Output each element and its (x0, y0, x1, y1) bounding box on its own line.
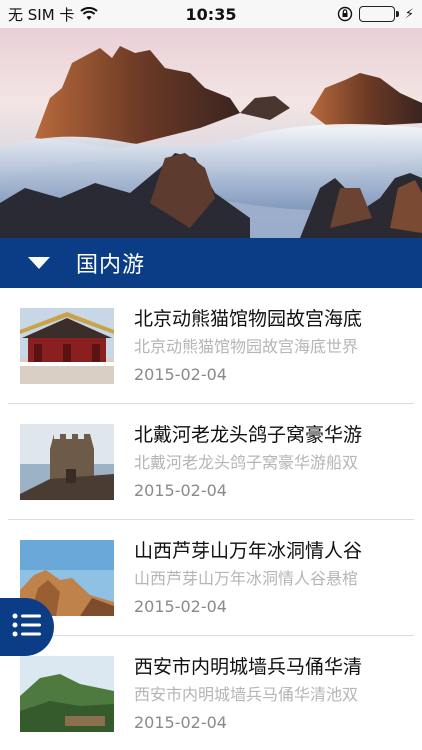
battery-icon (358, 6, 399, 22)
carrier-label: 无 SIM 卡 (8, 5, 75, 24)
item-title: 山西芦芽山万年冰洞情人谷 (134, 540, 363, 562)
list-item[interactable]: 山西芦芽山万年冰洞情人谷 山西芦芽山万年冰洞情人谷悬棺 2015-02-04 (0, 520, 422, 636)
thumbnail-image (20, 656, 114, 732)
tour-list: 北京动熊猫馆物园故宫海底 北京动熊猫馆物园故宫海底世界 2015-02-04 北… (0, 288, 422, 750)
wifi-icon (80, 7, 99, 21)
section-title: 国内游 (76, 253, 146, 278)
list-item[interactable]: 西安市内明城墙兵马俑华清 西安市内明城墙兵马俑华清池双 2015-02-04 (0, 636, 422, 750)
item-date: 2015-02-04 (134, 365, 227, 384)
thumbnail-image (20, 308, 114, 384)
list-item[interactable]: 北京动熊猫馆物园故宫海底 北京动熊猫馆物园故宫海底世界 2015-02-04 (0, 288, 422, 404)
item-title: 北戴河老龙头鸽子窝豪华游 (134, 424, 363, 446)
list-menu-icon (12, 612, 42, 642)
item-date: 2015-02-04 (134, 713, 227, 732)
item-date: 2015-02-04 (134, 597, 227, 616)
section-header[interactable]: 国内游 (0, 238, 422, 288)
item-date: 2015-02-04 (134, 481, 227, 500)
item-title: 北京动熊猫馆物园故宫海底 (134, 308, 363, 330)
item-title: 西安市内明城墙兵马俑华清 (134, 656, 363, 678)
item-subtitle: 北京动熊猫馆物园故宫海底世界 (134, 337, 359, 356)
item-subtitle: 北戴河老龙头鸽子窝豪华游船双 (134, 453, 359, 472)
list-item[interactable]: 北戴河老龙头鸽子窝豪华游 北戴河老龙头鸽子窝豪华游船双 2015-02-04 (0, 404, 422, 520)
status-bar: 无 SIM 卡 10:35 ⚡ (0, 0, 422, 28)
charging-icon: ⚡ (404, 6, 414, 22)
item-subtitle: 西安市内明城墙兵马俑华清池双 (134, 685, 359, 704)
hero-banner[interactable] (0, 28, 422, 238)
thumbnail-image (20, 424, 114, 500)
item-subtitle: 山西芦芽山万年冰洞情人谷悬棺 (134, 569, 359, 588)
orientation-lock-icon (337, 6, 353, 22)
caret-down-icon[interactable] (28, 257, 50, 269)
